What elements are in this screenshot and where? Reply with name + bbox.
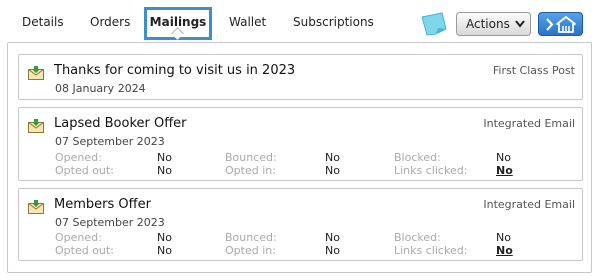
opened-label: Opened: — [55, 231, 102, 244]
blocked-label: Blocked: — [394, 231, 441, 244]
tab-details[interactable]: Details — [22, 15, 64, 29]
opted-in-value: No — [325, 164, 340, 177]
opted-in-label: Opted in: — [225, 164, 276, 177]
opted-out-value: No — [157, 244, 172, 257]
tab-orders[interactable]: Orders — [90, 15, 130, 29]
mailings-panel: Thanks for coming to visit us in 2023 08… — [7, 42, 592, 273]
actions-button[interactable]: Actions — [456, 12, 531, 36]
links-clicked-label: Links clicked: — [394, 164, 468, 177]
blocked-value: No — [496, 231, 511, 244]
tab-wallet[interactable]: Wallet — [229, 15, 266, 29]
mailing-title: Thanks for coming to visit us in 2023 — [54, 63, 296, 78]
actions-label: Actions — [466, 17, 510, 31]
mailing-title: Lapsed Booker Offer — [54, 116, 187, 131]
mail-download-icon — [28, 119, 44, 133]
tab-subscriptions[interactable]: Subscriptions — [293, 15, 374, 29]
tab-mailings[interactable]: Mailings — [144, 7, 212, 40]
opted-in-value: No — [325, 244, 340, 257]
mailing-type: Integrated Email — [483, 117, 575, 130]
tab-bar: Details Orders Mailings Wallet Subscript… — [0, 0, 599, 42]
opted-out-label: Opted out: — [55, 244, 114, 257]
mailing-date: 07 September 2023 — [55, 135, 165, 148]
links-clicked-link[interactable]: No — [496, 164, 513, 177]
mailing-date: 08 January 2024 — [55, 82, 146, 95]
mailing-type: First Class Post — [492, 64, 575, 77]
chevron-down-icon — [515, 13, 525, 43]
opted-in-label: Opted in: — [225, 244, 276, 257]
opened-label: Opened: — [55, 151, 102, 164]
mailing-title: Members Offer — [54, 197, 151, 212]
opened-value: No — [157, 151, 172, 164]
mailing-item[interactable]: Members Offer 07 September 2023 Integrat… — [18, 188, 583, 261]
blocked-value: No — [496, 151, 511, 164]
bounced-label: Bounced: — [225, 231, 277, 244]
mailing-date: 07 September 2023 — [55, 216, 165, 229]
sticky-note-icon[interactable] — [419, 11, 449, 37]
mail-download-icon — [28, 66, 44, 80]
arrow-home-icon — [546, 16, 576, 33]
bounced-label: Bounced: — [225, 151, 277, 164]
mailing-type: Integrated Email — [483, 198, 575, 211]
mailing-item[interactable]: Lapsed Booker Offer 07 September 2023 In… — [18, 107, 583, 181]
bounced-value: No — [325, 151, 340, 164]
mail-download-icon — [28, 200, 44, 214]
bounced-value: No — [325, 231, 340, 244]
home-button[interactable] — [538, 12, 583, 36]
blocked-label: Blocked: — [394, 151, 441, 164]
mailing-item[interactable]: Thanks for coming to visit us in 2023 08… — [18, 54, 583, 100]
opted-out-value: No — [157, 164, 172, 177]
opted-out-label: Opted out: — [55, 164, 114, 177]
links-clicked-label: Links clicked: — [394, 244, 468, 257]
links-clicked-link[interactable]: No — [496, 244, 513, 257]
opened-value: No — [157, 231, 172, 244]
active-tab-caret — [171, 27, 184, 40]
